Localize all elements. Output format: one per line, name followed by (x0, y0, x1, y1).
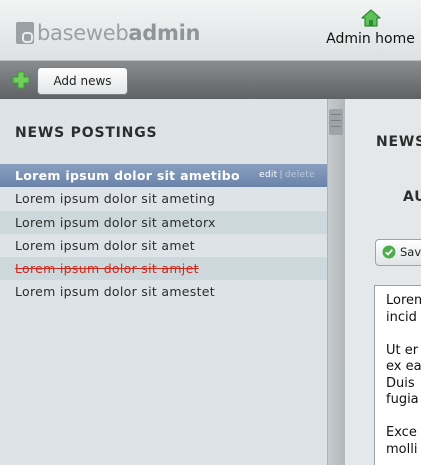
editor-paragraph: Lorem incid (386, 293, 421, 325)
logo-text-light: baseweb (37, 21, 129, 45)
delete-link[interactable]: delete (285, 170, 315, 180)
news-list-item[interactable]: Lorem ipsum dolor sit amet (0, 234, 327, 257)
news-list-item[interactable]: Lorem ipsum dolor sit amestet (0, 280, 327, 303)
save-label: Sav (400, 245, 421, 259)
logo-text: basewebadmin (37, 22, 200, 44)
editor-paragraph: Ut er ex ea Duis fugia (386, 342, 421, 408)
row-actions: edit | delete (259, 164, 315, 187)
sidebar-scrollbar[interactable] (327, 99, 345, 465)
admin-home-label: Admin home (326, 31, 415, 47)
main-panel: NEWS AU Sav Lorem incid Ut er ex ea Duis fug… (345, 99, 421, 465)
news-list: Lorem ipsum dolor sit ametibo edit | delet… (0, 164, 327, 304)
scrollbar-thumb[interactable] (329, 109, 343, 135)
plus-icon (12, 71, 30, 89)
news-item-label: Lorem ipsum dolor sit amet (15, 237, 195, 253)
admin-home-link[interactable]: Admin home (320, 8, 421, 47)
news-item-label: Lorem ipsum dolor sit amjet (15, 261, 199, 277)
news-list-item[interactable]: Lorem ipsum dolor sit ametorx (0, 210, 327, 234)
add-news-button[interactable]: Add news (37, 67, 128, 95)
news-sidebar: NEWS POSTINGS Lorem ipsum dolor sit amet… (0, 99, 327, 465)
news-list-item-deleted[interactable]: Lorem ipsum dolor sit amjet (0, 257, 327, 281)
news-list-item[interactable]: Lorem ipsum dolor sit ameting (0, 187, 327, 210)
news-item-label: Lorem ipsum dolor sit ameting (15, 191, 216, 207)
home-icon (360, 9, 381, 27)
news-item-label: Lorem ipsum dolor sit ametibo (15, 168, 240, 183)
actions-separator: | (279, 170, 283, 180)
news-item-label: Lorem ipsum dolor sit ametorx (15, 214, 216, 230)
news-list-item[interactable]: Lorem ipsum dolor sit ametibo edit | delet… (0, 164, 327, 188)
main-title: NEWS (376, 134, 421, 150)
logo-text-bold: admin (128, 21, 201, 45)
sidebar-title: NEWS POSTINGS (15, 125, 158, 141)
logo[interactable]: basewebadmin (16, 22, 200, 44)
edit-link[interactable]: edit (259, 170, 277, 180)
check-icon (382, 245, 396, 259)
toolbar: Add news (0, 60, 421, 99)
logo-icon (16, 22, 34, 44)
save-button[interactable]: Sav (375, 239, 421, 266)
news-body-editor[interactable]: Lorem incid Ut er ex ea Duis fugia Exce molli (374, 285, 421, 465)
editor-paragraph: Exce molli (386, 425, 418, 457)
news-item-label: Lorem ipsum dolor sit amestet (15, 284, 215, 300)
section-title: AU (403, 189, 421, 205)
header: basewebadmin Admin home (0, 0, 421, 60)
